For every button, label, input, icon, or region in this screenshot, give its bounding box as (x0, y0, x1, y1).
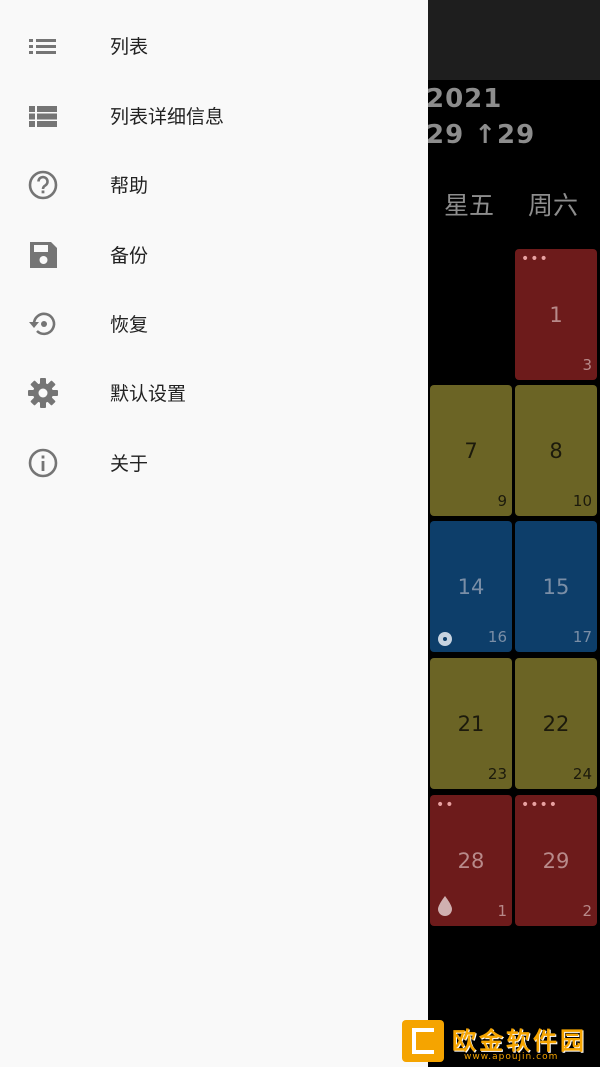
day-number: 29 (542, 848, 570, 873)
info-icon (26, 446, 60, 480)
menu-item-help[interactable]: 帮助 (0, 154, 428, 214)
watermark-icon (402, 1020, 444, 1062)
day-number: 14 (457, 574, 485, 599)
cycle-counter: 29 ↑29 (426, 120, 536, 150)
list-detail-icon (26, 99, 60, 133)
save-icon (26, 238, 60, 272)
menu-item-label: 关于 (110, 453, 149, 475)
menu-item-list[interactable]: 列表 (0, 15, 428, 75)
cycle-day: 17 (572, 628, 592, 646)
cycle-day: 9 (497, 492, 507, 510)
restore-icon (26, 307, 60, 341)
menu-item-label: 列表 (110, 36, 149, 58)
day-number: 7 (464, 438, 478, 463)
calendar-day-cell[interactable]: •• 28 1 (430, 795, 512, 926)
cycle-day: 3 (582, 356, 592, 374)
menu-item-restore[interactable]: 恢复 (0, 293, 428, 353)
cycle-day: 10 (572, 492, 592, 510)
weekday-header-fri: 星五 (444, 191, 495, 220)
day-number: 15 (542, 574, 570, 599)
menu-item-list-details[interactable]: 列表详细信息 (0, 85, 428, 145)
menu-item-label: 备份 (110, 245, 149, 267)
cycle-day: 24 (572, 765, 592, 783)
entry-dots: •• (436, 797, 455, 813)
cycle-day: 23 (487, 765, 507, 783)
watermark-logo: 欧金软件园 www.apoujin.com (402, 1020, 598, 1064)
menu-item-label: 默认设置 (110, 383, 187, 405)
menu-item-default-settings[interactable]: 默认设置 (0, 362, 428, 422)
day-number: 22 (542, 711, 570, 736)
menu-item-label: 帮助 (110, 175, 149, 197)
watermark-text: 欧金软件园 (452, 1027, 587, 1055)
menu-item-label: 列表详细信息 (110, 106, 225, 128)
cycle-day: 2 (582, 902, 592, 920)
cycle-day: 16 (487, 628, 507, 646)
help-icon (26, 168, 60, 202)
day-number: 28 (457, 848, 485, 873)
calendar-day-cell[interactable]: 22 24 (515, 658, 597, 789)
gear-icon (26, 376, 60, 410)
calendar-day-cell[interactable]: 8 10 (515, 385, 597, 516)
ovulation-ring-icon (438, 632, 452, 646)
day-number: 1 (549, 302, 563, 327)
menu-item-label: 恢复 (110, 314, 149, 336)
calendar-day-cell[interactable]: ••• 1 3 (515, 249, 597, 380)
day-number: 8 (549, 438, 563, 463)
entry-dots: ••• (521, 251, 549, 267)
calendar-day-cell[interactable]: 7 9 (430, 385, 512, 516)
drop-icon (438, 896, 452, 920)
calendar-year: 2021 (426, 84, 503, 114)
calendar-day-cell[interactable]: 15 17 (515, 521, 597, 652)
calendar-day-cell[interactable]: 21 23 (430, 658, 512, 789)
calendar-day-cell[interactable]: 14 16 (430, 521, 512, 652)
watermark-url: www.apoujin.com (464, 1052, 559, 1062)
calendar-day-cell[interactable]: •••• 29 2 (515, 795, 597, 926)
navigation-drawer: 列表 列表详细信息 帮助 备份 恢复 默认设置 关于 (0, 0, 428, 1067)
weekday-header-sat: 周六 (528, 191, 579, 220)
menu-item-about[interactable]: 关于 (0, 432, 428, 492)
cycle-day: 1 (497, 902, 507, 920)
menu-item-backup[interactable]: 备份 (0, 224, 428, 284)
entry-dots: •••• (521, 797, 559, 813)
day-number: 21 (457, 711, 485, 736)
list-icon (26, 29, 60, 63)
